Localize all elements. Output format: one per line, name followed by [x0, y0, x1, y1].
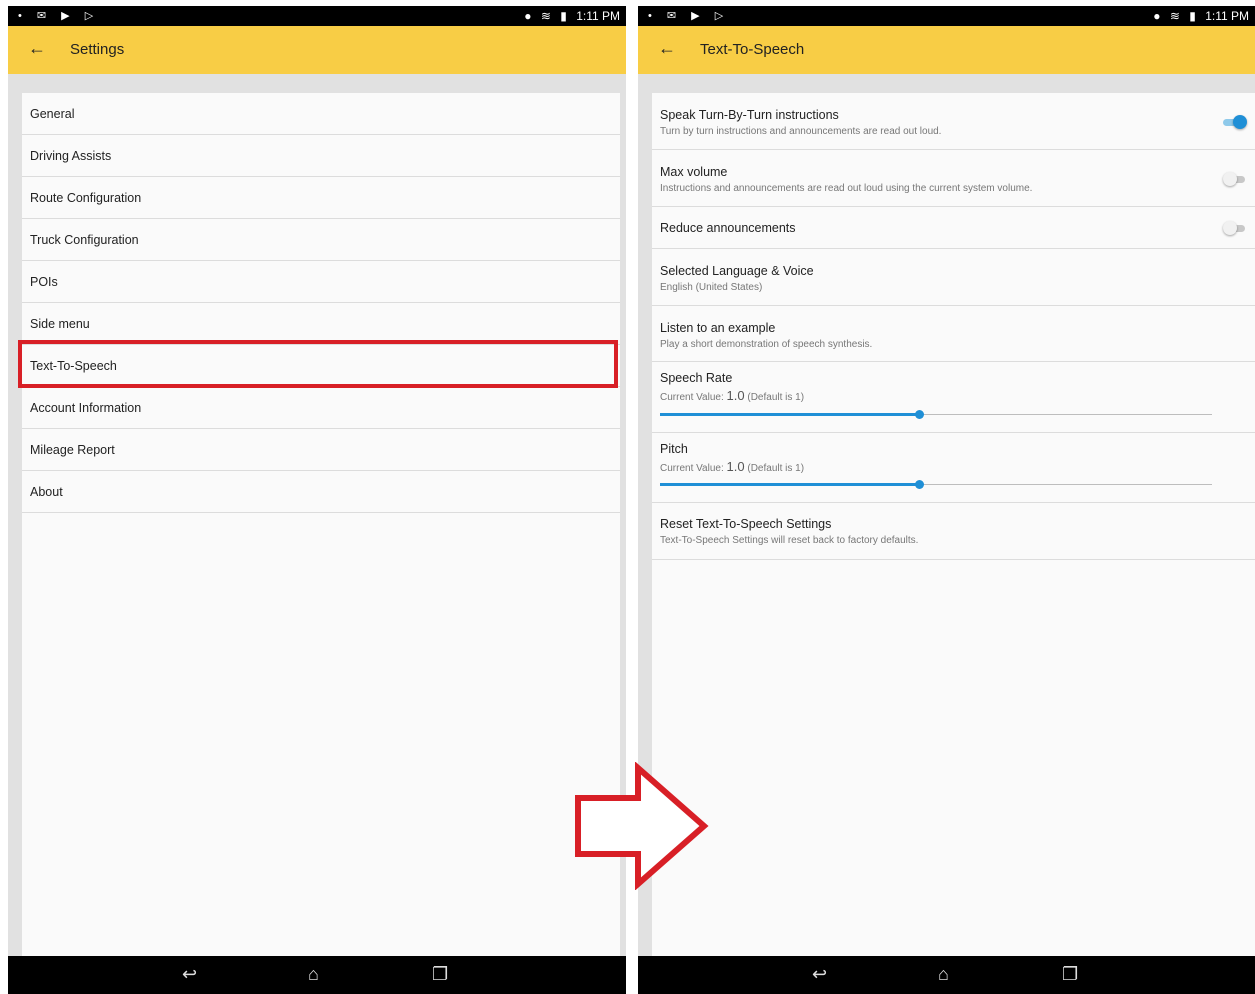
- wifi-icon: ≋: [540, 9, 551, 23]
- menu-item-about[interactable]: About: [22, 471, 620, 513]
- menu-item-label: General: [30, 107, 75, 121]
- setting-subtitle: Text-To-Speech Settings will reset back …: [660, 535, 919, 546]
- menu-item-truck-configuration[interactable]: Truck Configuration: [22, 219, 620, 261]
- location-icon: ●: [524, 9, 532, 23]
- status-bar: • ✉ ▶ ▷ ● ≋ ▮ 1:11 PM: [638, 6, 1255, 26]
- setting-title: Listen to an example: [660, 321, 776, 335]
- setting-max-volume[interactable]: Max volume Instructions and announcement…: [652, 150, 1255, 207]
- home-icon[interactable]: ⌂: [308, 964, 319, 985]
- page-title: Text-To-Speech: [700, 41, 805, 58]
- home-icon[interactable]: ⌂: [938, 964, 949, 985]
- menu-item-label: POIs: [30, 275, 58, 289]
- menu-item-label: About: [30, 485, 63, 499]
- setting-subtitle: Turn by turn instructions and announceme…: [660, 126, 942, 137]
- notification-icons: • ✉ ▶ ▷: [18, 10, 100, 22]
- menu-item-general[interactable]: General: [22, 93, 620, 135]
- menu-item-label: Side menu: [30, 317, 90, 331]
- setting-listen-example[interactable]: Listen to an example Play a short demons…: [652, 306, 1255, 362]
- menu-item-mileage-report[interactable]: Mileage Report: [22, 429, 620, 471]
- page-title: Settings: [70, 41, 125, 58]
- menu-item-side-menu[interactable]: Side menu: [22, 303, 620, 345]
- setting-title: Max volume: [660, 165, 728, 179]
- pitch-slider[interactable]: [660, 480, 1212, 490]
- setting-subtitle: Instructions and announcements are read …: [660, 183, 1033, 194]
- menu-item-label: Route Configuration: [30, 191, 142, 205]
- menu-item-label: Account Information: [30, 401, 142, 415]
- wifi-icon: ≋: [1169, 9, 1180, 23]
- setting-language-voice[interactable]: Selected Language & Voice English (Unite…: [652, 249, 1255, 306]
- menu-item-label: Truck Configuration: [30, 233, 139, 247]
- reduce-announcements-toggle[interactable]: [1223, 221, 1245, 235]
- pitch-value: Current Value: 1.0 (Default is 1): [660, 459, 805, 474]
- setting-subtitle: Play a short demonstration of speech syn…: [660, 339, 873, 350]
- setting-subtitle: English (United States): [660, 282, 763, 293]
- menu-item-label: Mileage Report: [30, 443, 115, 457]
- recents-icon[interactable]: ❐: [1062, 964, 1078, 985]
- setting-title: Reset Text-To-Speech Settings: [660, 517, 832, 531]
- setting-speak-turn-by-turn[interactable]: Speak Turn-By-Turn instructions Turn by …: [652, 93, 1255, 150]
- max-volume-toggle[interactable]: [1223, 172, 1245, 186]
- clock: 1:11 PM: [576, 9, 620, 23]
- setting-title: Speech Rate: [660, 371, 733, 385]
- status-bar: • ✉ ▶ ▷ ● ≋ ▮ 1:11 PM: [8, 6, 626, 26]
- app-bar: ← Settings: [8, 26, 626, 74]
- tts-settings-list: Speak Turn-By-Turn instructions Turn by …: [652, 93, 1255, 956]
- recents-icon[interactable]: ❐: [432, 964, 448, 985]
- setting-title: Pitch: [660, 442, 688, 456]
- status-right: ● ≋ ▮ 1:11 PM: [518, 9, 620, 23]
- setting-title: Selected Language & Voice: [660, 264, 814, 278]
- nav-bar: ↩ ⌂ ❐: [8, 956, 626, 994]
- app-bar: ← Text-To-Speech: [638, 26, 1255, 74]
- speech-rate-slider[interactable]: [660, 410, 1212, 420]
- arrow-left-icon[interactable]: ←: [658, 38, 676, 59]
- settings-menu: General Driving Assists Route Configurat…: [22, 93, 620, 956]
- arrow-left-icon[interactable]: ←: [28, 38, 46, 59]
- menu-item-account-information[interactable]: Account Information: [22, 387, 620, 429]
- menu-item-pois[interactable]: POIs: [22, 261, 620, 303]
- setting-reset-tts[interactable]: Reset Text-To-Speech Settings Text-To-Sp…: [652, 503, 1255, 560]
- location-icon: ●: [1153, 9, 1161, 23]
- status-right: ● ≋ ▮ 1:11 PM: [1147, 9, 1249, 23]
- menu-item-driving-assists[interactable]: Driving Assists: [22, 135, 620, 177]
- battery-icon: ▮: [560, 9, 567, 23]
- speech-rate-value: Current Value: 1.0 (Default is 1): [660, 388, 805, 403]
- clock: 1:11 PM: [1205, 9, 1249, 23]
- back-nav-icon[interactable]: ↩: [812, 964, 827, 985]
- menu-item-route-configuration[interactable]: Route Configuration: [22, 177, 620, 219]
- speak-turn-by-turn-toggle[interactable]: [1223, 115, 1247, 129]
- notification-icons: • ✉ ▶ ▷: [648, 10, 730, 22]
- setting-pitch: Pitch Current Value: 1.0 (Default is 1): [652, 433, 1255, 503]
- setting-title: Speak Turn-By-Turn instructions: [660, 108, 839, 122]
- menu-item-label: Driving Assists: [30, 149, 112, 163]
- setting-title: Reduce announcements: [660, 221, 796, 235]
- setting-speech-rate: Speech Rate Current Value: 1.0 (Default …: [652, 362, 1255, 433]
- nav-bar: ↩ ⌂ ❐: [638, 956, 1255, 994]
- setting-reduce-announcements[interactable]: Reduce announcements: [652, 207, 1255, 249]
- back-nav-icon[interactable]: ↩: [182, 964, 197, 985]
- right-arrow-icon: [575, 762, 709, 890]
- battery-icon: ▮: [1189, 9, 1196, 23]
- tts-screen: • ✉ ▶ ▷ ● ≋ ▮ 1:11 PM ← Text-To-Speech S…: [638, 6, 1255, 994]
- settings-screen: • ✉ ▶ ▷ ● ≋ ▮ 1:11 PM ← Settings General…: [8, 6, 626, 994]
- highlight-box: [18, 340, 618, 388]
